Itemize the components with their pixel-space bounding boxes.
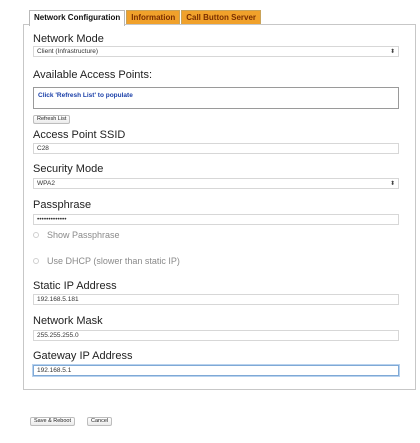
- gateway-ip-input[interactable]: 192.168.5.1: [33, 365, 399, 376]
- access-points-list[interactable]: Click 'Refresh List' to populate: [33, 87, 399, 109]
- network-mode-select[interactable]: Client (Infrastructure) ⬍: [33, 46, 399, 57]
- security-mode-label: Security Mode: [33, 163, 104, 175]
- tab-network-configuration[interactable]: Network Configuration: [29, 10, 126, 26]
- access-points-hint: Click 'Refresh List' to populate: [38, 92, 133, 99]
- checkbox-icon: [33, 232, 39, 238]
- cancel-button[interactable]: Cancel: [87, 417, 113, 426]
- ssid-label: Access Point SSID: [33, 129, 126, 141]
- security-mode-select[interactable]: WPA2 ⬍: [33, 178, 399, 189]
- static-ip-label: Static IP Address: [33, 280, 117, 292]
- security-mode-value: WPA2: [37, 180, 55, 187]
- updown-arrows-icon: ⬍: [389, 181, 395, 187]
- network-mask-label: Network Mask: [33, 315, 103, 327]
- use-dhcp-label: Use DHCP (slower than static IP): [47, 256, 180, 266]
- tab-information[interactable]: Information: [126, 10, 181, 25]
- network-mode-value: Client (Infrastructure): [37, 48, 99, 55]
- static-ip-input[interactable]: 192.168.5.181: [33, 294, 399, 305]
- network-mask-input[interactable]: 255.255.255.0: [33, 330, 399, 341]
- passphrase-input[interactable]: •••••••••••••: [33, 214, 399, 225]
- updown-arrows-icon: ⬍: [389, 49, 395, 55]
- use-dhcp-checkbox[interactable]: Use DHCP (slower than static IP): [33, 256, 180, 266]
- tab-call-button-server[interactable]: Call Button Server: [181, 10, 262, 25]
- refresh-list-button[interactable]: Refresh List: [33, 115, 71, 124]
- tab-bar: Network Configuration Information Call B…: [29, 10, 262, 26]
- ssid-input[interactable]: C28: [33, 143, 399, 154]
- available-access-points-label: Available Access Points:: [33, 69, 153, 81]
- gateway-ip-label: Gateway IP Address: [33, 350, 133, 362]
- passphrase-label: Passphrase: [33, 199, 92, 211]
- show-passphrase-checkbox[interactable]: Show Passphrase: [33, 230, 120, 240]
- show-passphrase-label: Show Passphrase: [47, 230, 120, 240]
- checkbox-icon: [33, 258, 39, 264]
- network-mode-label: Network Mode: [33, 33, 104, 45]
- save-reboot-button[interactable]: Save & Reboot: [30, 417, 75, 426]
